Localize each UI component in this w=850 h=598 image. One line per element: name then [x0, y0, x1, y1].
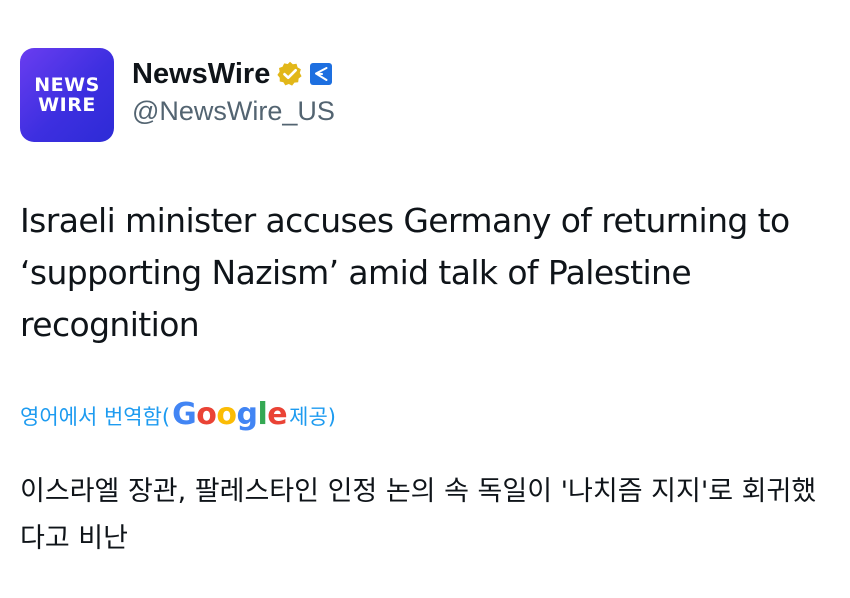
affiliate-badge-icon[interactable]	[309, 62, 333, 86]
translation-prefix: 영어에서 번역함(	[20, 404, 171, 429]
tweet-header: NEWS WIRE NewsWire @NewsWire_US	[20, 48, 335, 142]
avatar-logo-line-1: NEWS	[34, 74, 100, 96]
translated-tweet-text: 이스라엘 장관, 팔레스타인 인정 논의 속 독일이 '나치즘 지지'로 회귀했…	[20, 476, 817, 554]
avatar[interactable]: NEWS WIRE	[20, 48, 114, 142]
tweet-card: NEWS WIRE NewsWire @NewsWire_US Israeli …	[0, 0, 850, 598]
name-row: NewsWire	[132, 56, 335, 92]
tweet-text: Israeli minister accuses Germany of retu…	[20, 201, 790, 344]
gold-verified-badge-icon	[276, 60, 304, 88]
avatar-logo-line-2: WIRE	[38, 94, 96, 116]
display-name[interactable]: NewsWire	[132, 58, 270, 91]
account-handle[interactable]: @NewsWire_US	[132, 96, 335, 127]
account-names: NewsWire @NewsWire_US	[132, 56, 335, 127]
translation-suffix: 제공)	[289, 404, 336, 429]
translation-attribution[interactable]: 영어에서 번역함( Google 제공)	[20, 397, 336, 433]
google-logo: Google	[172, 397, 288, 432]
